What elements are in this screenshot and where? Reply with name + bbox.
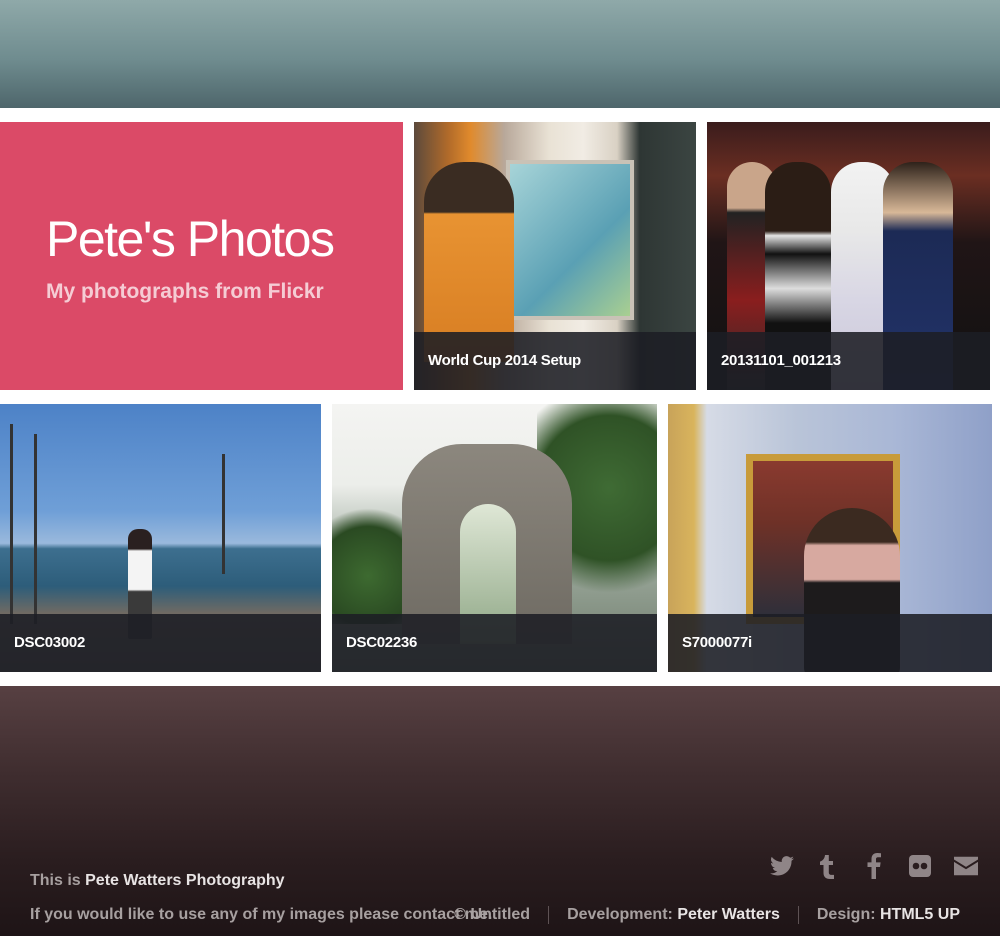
design-label: Design: xyxy=(816,906,880,923)
development-label: Development: xyxy=(567,906,678,923)
photo-tile-world-cup[interactable]: World Cup 2014 Setup xyxy=(414,122,696,390)
footer-background xyxy=(0,686,1000,936)
photo-tile-dsc02236[interactable]: DSC02236 xyxy=(332,404,657,672)
top-banner xyxy=(0,0,1000,108)
photo-tile-20131101[interactable]: 20131101_001213 xyxy=(707,122,990,390)
copyright: © Untitled xyxy=(454,906,531,923)
flickr-icon[interactable] xyxy=(908,853,932,879)
developer-link[interactable]: Peter Watters xyxy=(677,906,780,923)
photo-caption: 20131101_001213 xyxy=(707,332,990,390)
twitter-icon[interactable] xyxy=(770,853,794,879)
photo-caption: S7000077i xyxy=(668,614,992,672)
photo-caption: DSC02236 xyxy=(332,614,657,672)
social-links xyxy=(770,853,978,879)
development-credit: Development: Peter Watters xyxy=(548,906,798,924)
site-name-link[interactable]: Pete Watters Photography xyxy=(85,872,284,889)
photo-caption: World Cup 2014 Setup xyxy=(414,332,696,390)
email-icon[interactable] xyxy=(954,853,978,879)
photo-caption: DSC03002 xyxy=(0,614,321,672)
tumblr-icon[interactable] xyxy=(816,853,840,879)
page-title: Pete's Photos xyxy=(46,211,335,267)
footer-credits: © Untitled Development: Peter Watters De… xyxy=(436,906,978,924)
facebook-icon[interactable] xyxy=(862,853,886,879)
photo-tile-s7000077i[interactable]: S7000077i xyxy=(668,404,992,672)
footer-contact-text: If you would like to use any of my image… xyxy=(30,906,493,923)
footer-intro: This is Pete Watters Photography xyxy=(30,872,285,890)
intro-panel: Pete's Photos My photographs from Flickr xyxy=(0,122,403,390)
photo-tile-dsc03002[interactable]: DSC03002 xyxy=(0,404,321,672)
page-subtitle: My photographs from Flickr xyxy=(46,280,324,303)
design-credit: Design: HTML5 UP xyxy=(797,906,978,924)
footer-intro-prefix: This is xyxy=(30,872,86,889)
designer-link[interactable]: HTML5 UP xyxy=(880,906,960,923)
